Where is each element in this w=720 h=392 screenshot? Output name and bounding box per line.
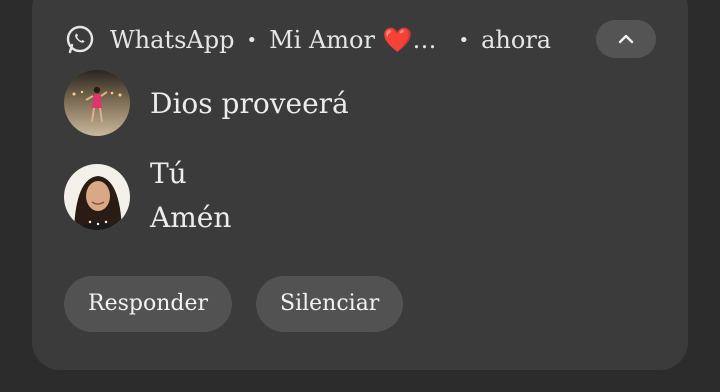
whatsapp-icon	[64, 24, 96, 56]
self-avatar[interactable]	[64, 164, 130, 230]
app-name: WhatsApp	[110, 26, 235, 54]
message-row: Tú Amén	[64, 157, 232, 238]
notification-header: WhatsApp • Mi Amor ❤️… • ahora	[64, 22, 551, 58]
timestamp: ahora	[481, 26, 552, 54]
mute-button[interactable]: Silenciar	[256, 276, 404, 332]
separator-dot: •	[458, 29, 470, 51]
message-text: Dios proveerá	[150, 87, 349, 120]
contact-avatar[interactable]	[64, 70, 130, 136]
chat-name: Mi Amor ❤️…	[269, 26, 437, 54]
message-sender: Tú	[150, 157, 187, 190]
collapse-button[interactable]	[596, 20, 656, 58]
notification-actions: Responder Silenciar	[64, 276, 404, 332]
reply-button[interactable]: Responder	[64, 276, 232, 332]
message-row: Dios proveerá	[64, 70, 349, 136]
separator-dot: •	[246, 29, 258, 51]
message-text: Amén	[150, 201, 232, 234]
chevron-up-icon	[617, 30, 635, 49]
